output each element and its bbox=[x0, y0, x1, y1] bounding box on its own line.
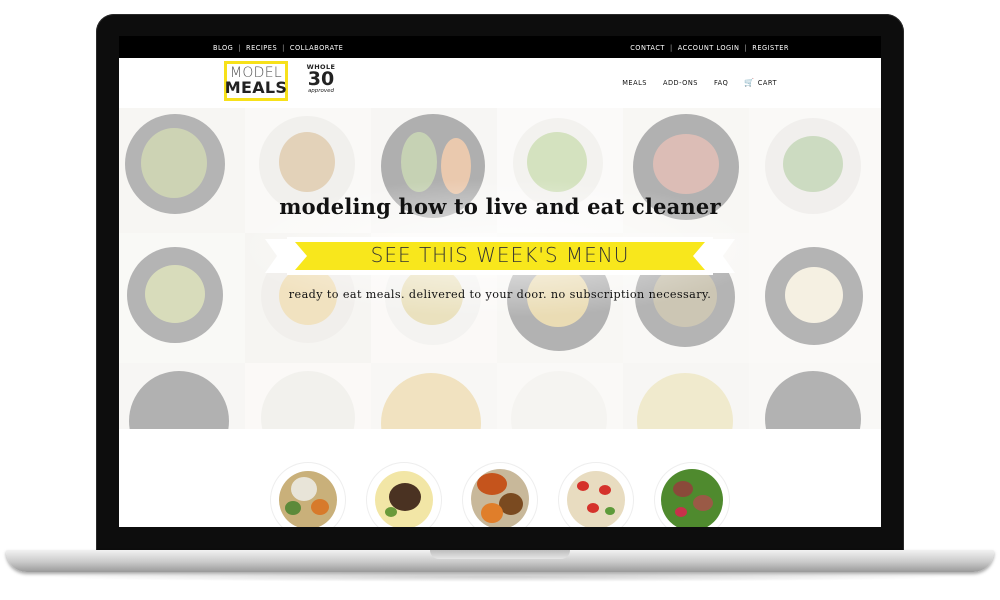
blog-link[interactable]: BLOG bbox=[213, 44, 233, 52]
whole30-approved: approved bbox=[307, 87, 335, 94]
utility-bar: BLOG | RECIPES | COLLABORATE CONTACT | A… bbox=[119, 36, 881, 58]
whole30-number: 30 bbox=[307, 67, 335, 90]
meal-thumbnail[interactable] bbox=[559, 463, 633, 527]
divider: | bbox=[669, 44, 673, 52]
main-header: MODEL MEALS WHOLE 30 approved MEALS ADD-… bbox=[119, 58, 881, 109]
register-link[interactable]: REGISTER bbox=[752, 44, 789, 52]
meal-thumbnail[interactable] bbox=[367, 463, 441, 527]
whole30-badge: WHOLE 30 approved bbox=[305, 64, 337, 102]
cart-label: CART bbox=[757, 78, 777, 87]
nav-meals[interactable]: MEALS bbox=[622, 78, 647, 87]
contact-link[interactable]: CONTACT bbox=[630, 44, 665, 52]
model-meals-logo[interactable]: MODEL MEALS bbox=[224, 61, 288, 101]
utility-links-right: CONTACT | ACCOUNT LOGIN | REGISTER bbox=[630, 44, 789, 52]
browser-screen: BLOG | RECIPES | COLLABORATE CONTACT | A… bbox=[119, 36, 881, 527]
account-login-link[interactable]: ACCOUNT LOGIN bbox=[678, 44, 740, 52]
laptop-shadow bbox=[40, 572, 960, 582]
see-menu-label: SEE THIS WEEK'S MENU bbox=[370, 243, 630, 267]
hero-section: modeling how to live and eat cleaner SEE… bbox=[119, 108, 881, 429]
utility-links-left: BLOG | RECIPES | COLLABORATE bbox=[213, 44, 343, 52]
hero-title: modeling how to live and eat cleaner bbox=[279, 194, 721, 219]
collaborate-link[interactable]: COLLABORATE bbox=[290, 44, 343, 52]
divider: | bbox=[282, 44, 285, 52]
see-menu-button[interactable]: SEE THIS WEEK'S MENU bbox=[265, 233, 735, 279]
meal-thumbnail[interactable] bbox=[655, 463, 729, 527]
main-nav: MEALS ADD-ONS FAQ 🛒 CART bbox=[622, 78, 777, 87]
nav-faq[interactable]: FAQ bbox=[714, 78, 728, 87]
recipes-link[interactable]: RECIPES bbox=[246, 44, 277, 52]
nav-cart[interactable]: 🛒 CART bbox=[744, 78, 777, 87]
meal-thumbnail[interactable] bbox=[463, 463, 537, 527]
divider: | bbox=[238, 44, 241, 52]
meal-thumbnail[interactable] bbox=[271, 463, 345, 527]
cart-icon: 🛒 bbox=[744, 78, 755, 87]
hero-subtitle: ready to eat meals. delivered to your do… bbox=[288, 288, 712, 301]
nav-add-ons[interactable]: ADD-ONS bbox=[663, 78, 698, 87]
divider: | bbox=[744, 44, 748, 52]
logo-line2: MEALS bbox=[224, 78, 288, 97]
laptop-notch bbox=[430, 550, 570, 559]
meal-thumbnails bbox=[119, 459, 881, 527]
